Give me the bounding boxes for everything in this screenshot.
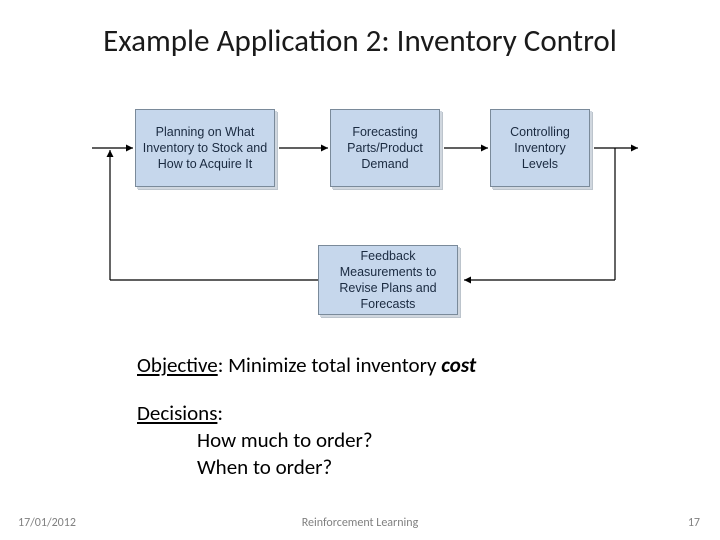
decisions-block: Decisions: How much to order? When to or… — [137, 400, 373, 481]
diagram-box-forecasting: Forecasting Parts/Product Demand — [330, 109, 440, 187]
objective-line: Objective: Minimize total inventory cost — [137, 352, 476, 379]
footer-page: 17 — [688, 516, 700, 530]
decision-1: How much to order? — [137, 427, 373, 454]
objective-body: : Minimize total inventory — [218, 352, 442, 378]
decision-2: When to order? — [137, 454, 373, 481]
objective-label: Objective — [137, 352, 218, 378]
objective-cost: cost — [441, 352, 476, 378]
diagram-box-feedback: Feedback Measurements to Revise Plans an… — [318, 245, 458, 315]
decisions-colon: : — [217, 400, 223, 426]
slide-title: Example Application 2: Inventory Control — [0, 22, 720, 60]
decisions-label: Decisions — [137, 400, 217, 426]
diagram-box-controlling: Controlling Inventory Levels — [490, 109, 590, 187]
diagram-box-planning: Planning on What Inventory to Stock and … — [135, 109, 275, 187]
slide: Example Application 2: Inventory Control — [0, 0, 720, 540]
diagram-container: Planning on What Inventory to Stock and … — [80, 95, 645, 325]
footer-center: Reinforcement Learning — [0, 516, 720, 530]
